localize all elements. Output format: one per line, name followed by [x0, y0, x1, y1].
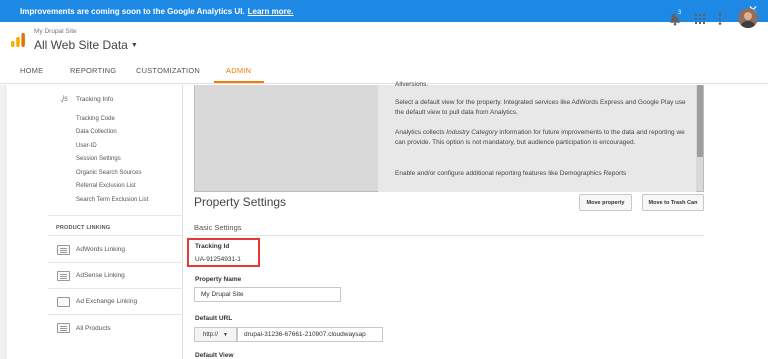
property-selector[interactable]: All Web Site Data ▼: [34, 38, 138, 52]
sidebar-divider: [48, 314, 183, 315]
sidebar-item-tracking-info[interactable]: Tracking Info: [76, 96, 113, 103]
caret-down-icon: ▼: [130, 42, 138, 50]
caret-down-icon: ▼: [223, 331, 228, 338]
sidebar-item-data-collection[interactable]: Data Collection: [76, 129, 117, 135]
property-name: All Web Site Data: [34, 38, 128, 52]
ad-exchange-icon: [57, 297, 70, 307]
move-property-button[interactable]: Move property: [579, 194, 632, 211]
info-panel-scrollbar[interactable]: [697, 85, 703, 157]
default-url-input[interactable]: drupal-31236-67661-210907.cloudwaysap: [237, 327, 383, 342]
sidebar-divider: [48, 235, 183, 236]
protocol-value: http://: [203, 331, 219, 338]
admin-sidebar: [0, 85, 183, 359]
default-view-label: Default View: [195, 352, 234, 359]
announcement-banner: Improvements are coming soon to the Goog…: [0, 0, 768, 22]
adsense-icon: [57, 271, 70, 281]
apps-grid-icon[interactable]: [695, 14, 705, 24]
protocol-select[interactable]: http:// ▼: [194, 327, 237, 342]
info-paragraph-reporting-features: Enable and/or configure additional repor…: [395, 170, 627, 177]
tab-home[interactable]: HOME: [20, 66, 43, 75]
sidebar-item-user-id[interactable]: User-ID: [76, 143, 97, 149]
sidebar-item-adwords-linking[interactable]: AdWords Linking: [76, 246, 125, 253]
sidebar-item-session-settings[interactable]: Session Settings: [76, 156, 121, 162]
default-url-label: Default URL: [195, 315, 233, 322]
info-paragraph-industry: Analytics collects Industry Category inf…: [395, 129, 685, 146]
analytics-logo-icon[interactable]: [10, 32, 26, 48]
sidebar-item-referral-exclusion-list[interactable]: Referral Exclusion List: [76, 183, 136, 189]
info-paragraph-default-view: Select a default view for the property. …: [395, 99, 686, 116]
sidebar-divider: [48, 215, 183, 216]
tab-admin[interactable]: ADMIN: [226, 66, 251, 75]
sidebar-divider: [48, 288, 183, 289]
active-tab-indicator: [214, 81, 264, 83]
banner-message: Improvements are coming soon to the Goog…: [20, 6, 245, 16]
learn-more-link[interactable]: Learn more.: [248, 7, 294, 16]
product-linking-heading: PRODUCT LINKING: [56, 225, 111, 231]
property-name-input[interactable]: My Drupal Site: [194, 287, 341, 302]
sidebar-item-search-term-exclusion-list[interactable]: Search Term Exclusion List: [76, 197, 148, 203]
all-products-icon: [57, 323, 70, 333]
tab-reporting[interactable]: REPORTING: [70, 66, 116, 75]
sidebar-divider: [48, 262, 183, 263]
move-to-trash-button[interactable]: Move to Trash Can: [642, 194, 704, 211]
app-header: My Drupal Site All Web Site Data ▼: [0, 22, 768, 59]
sidebar-item-all-products[interactable]: All Products: [76, 325, 111, 332]
more-vert-icon[interactable]: [718, 13, 722, 25]
tracking-id-label: Tracking Id: [195, 243, 230, 250]
page-title: Property Settings: [194, 195, 287, 209]
section-divider: [194, 235, 704, 236]
sidebar-item-organic-search-sources[interactable]: Organic Search Sources: [76, 170, 141, 176]
account-name: My Drupal Site: [34, 28, 77, 35]
notification-badge: 3: [675, 9, 684, 18]
sidebar-scrollbar[interactable]: [0, 85, 7, 359]
basic-settings-heading: Basic Settings: [194, 223, 242, 232]
tracking-js-icon: .js: [60, 94, 68, 103]
info-line-top: Allversions.: [395, 81, 429, 88]
sidebar-item-tracking-code[interactable]: Tracking Code: [76, 116, 115, 122]
sidebar-item-ad-exchange-linking[interactable]: Ad Exchange Linking: [76, 298, 137, 305]
sidebar-item-adsense-linking[interactable]: AdSense Linking: [76, 272, 125, 279]
tab-customization[interactable]: CUSTOMIZATION: [136, 66, 200, 75]
tracking-id-value: UA-91254931-1: [195, 256, 241, 263]
adwords-icon: [57, 245, 70, 255]
property-name-label: Property Name: [195, 276, 242, 283]
avatar[interactable]: [738, 8, 758, 28]
